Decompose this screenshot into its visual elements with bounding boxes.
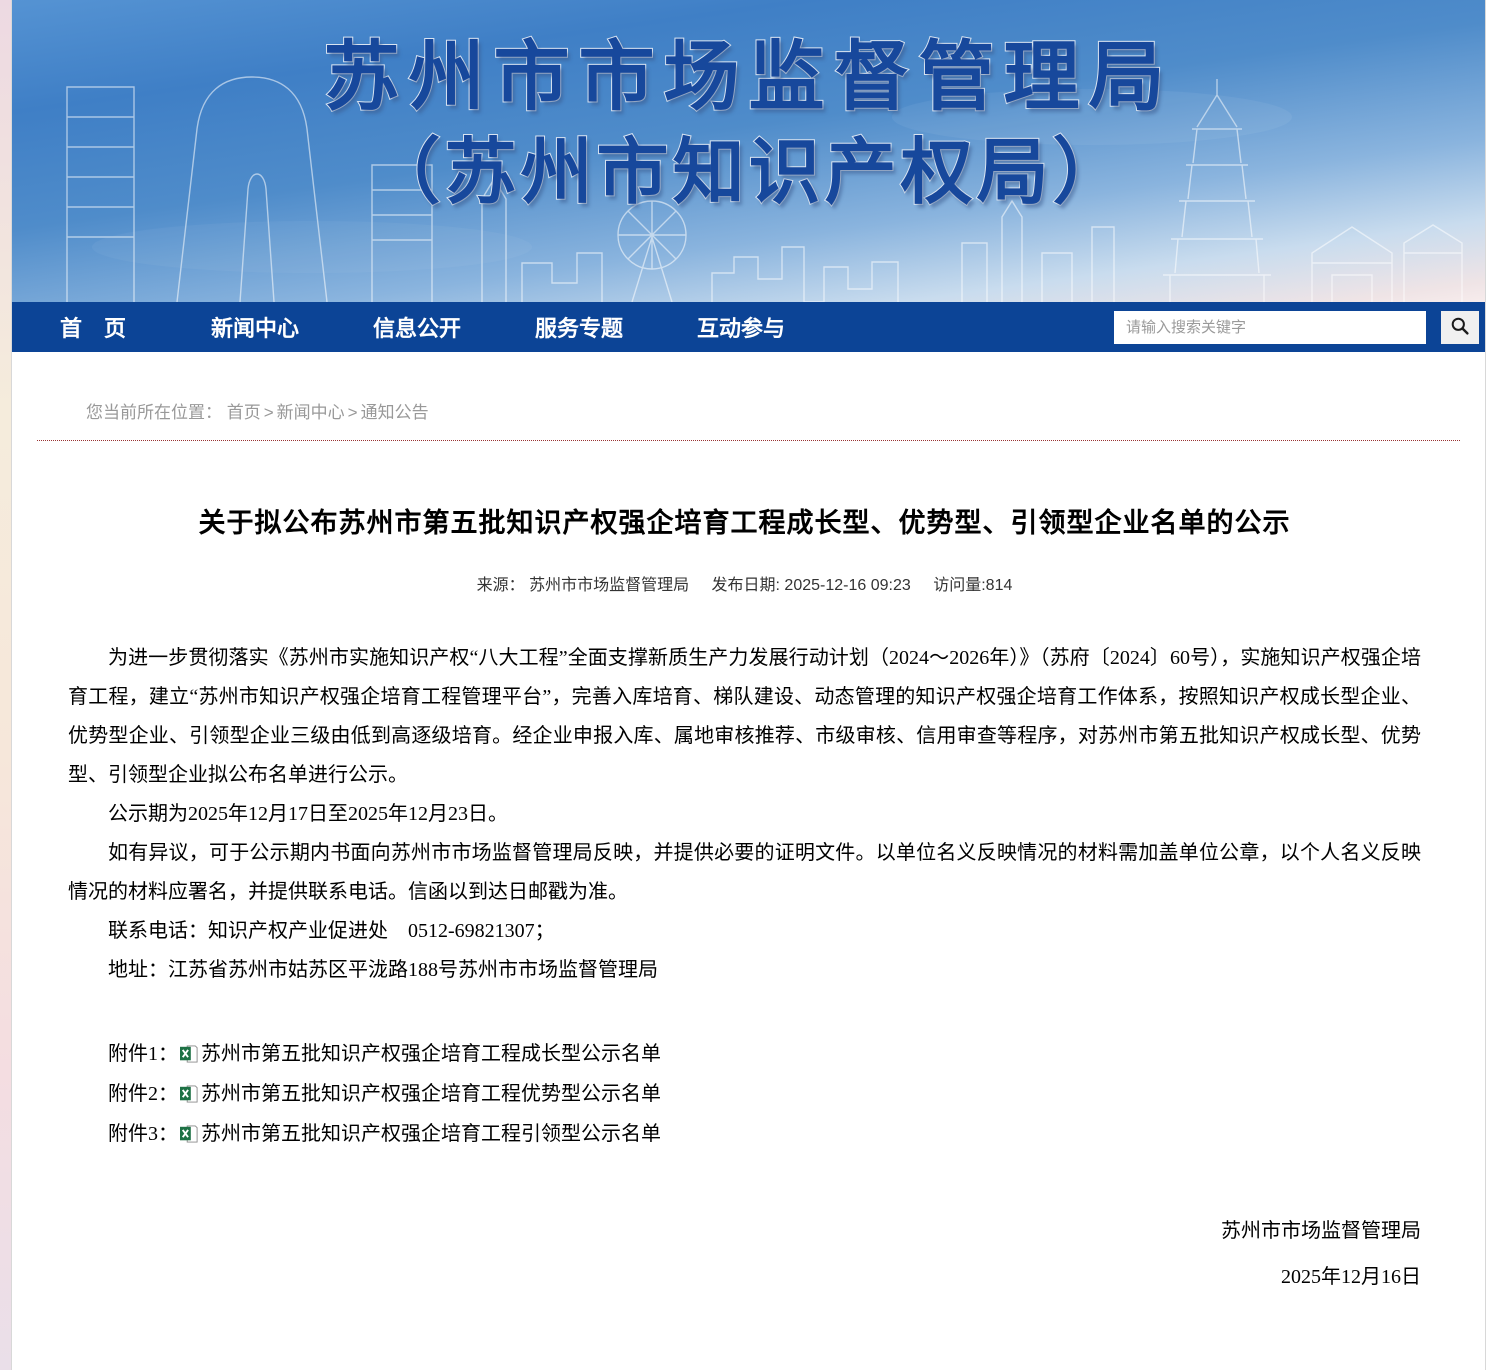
article-title: 关于拟公布苏州市第五批知识产权强企培育工程成长型、优势型、引领型企业名单的公示: [68, 501, 1421, 540]
nav-item-interaction[interactable]: 互动参与: [660, 311, 822, 343]
page-container: 苏州市市场监督管理局 （苏州市知识产权局） 首 页 新闻中心 信息公开 服务专题…: [11, 0, 1486, 1370]
breadcrumb-separator: >: [264, 403, 274, 422]
attachment-row: 附件1： 苏州市第五批知识产权强企培育工程成长型公示名单: [68, 1034, 1421, 1074]
article-body: 为进一步贯彻落实《苏州市实施知识产权“八大工程”全面支撑新质生产力发展行动计划（…: [68, 639, 1421, 990]
nav-item-service-topics[interactable]: 服务专题: [498, 311, 660, 343]
attachment-label: 附件1：: [108, 1043, 178, 1065]
search-icon: [1450, 316, 1470, 339]
attachment-row: 附件3： 苏州市第五批知识产权强企培育工程引领型公示名单: [68, 1114, 1421, 1154]
meta-view-count: 访问量:814: [933, 577, 1012, 594]
attachment-row: 附件2： 苏州市第五批知识产权强企培育工程优势型公示名单: [68, 1074, 1421, 1114]
breadcrumb-item-notices[interactable]: 通知公告: [361, 403, 429, 422]
breadcrumb-prefix: 您当前所在位置：: [86, 403, 222, 422]
meta-source: 来源： 苏州市市场监督管理局: [477, 577, 689, 594]
signature-block: 苏州市市场监督管理局 2025年12月16日: [68, 1208, 1421, 1300]
attachment-link-advantage-list[interactable]: 苏州市第五批知识产权强企培育工程优势型公示名单: [201, 1083, 661, 1105]
dotted-divider: [37, 440, 1460, 441]
attachment-link-growth-list[interactable]: 苏州市第五批知识产权强企培育工程成长型公示名单: [201, 1043, 661, 1065]
paragraph-intro: 为进一步贯彻落实《苏州市实施知识产权“八大工程”全面支撑新质生产力发展行动计划（…: [68, 639, 1421, 795]
nav-item-info-disclosure[interactable]: 信息公开: [336, 311, 498, 343]
site-title: 苏州市市场监督管理局: [12, 30, 1485, 126]
excel-file-icon: [178, 1123, 201, 1145]
attachment-link-leading-list[interactable]: 苏州市第五批知识产权强企培育工程引领型公示名单: [201, 1123, 661, 1145]
nav-item-home[interactable]: 首 页: [12, 311, 174, 343]
signature-date: 2025年12月16日: [68, 1254, 1421, 1300]
breadcrumb-item-home[interactable]: 首页: [227, 403, 261, 422]
paragraph-address: 地址：江苏省苏州市姑苏区平泷路188号苏州市市场监督管理局: [68, 951, 1421, 990]
paragraph-objection: 如有异议，可于公示期内书面向苏州市市场监督管理局反映，并提供必要的证明文件。以单…: [68, 834, 1421, 912]
main-nav: 首 页 新闻中心 信息公开 服务专题 互动参与: [12, 302, 1485, 352]
article-meta: 来源： 苏州市市场监督管理局 发布日期: 2025-12-16 09:23 访问…: [68, 571, 1421, 595]
excel-file-icon: [178, 1043, 201, 1065]
search-input[interactable]: [1114, 311, 1426, 344]
paragraph-contact-phone: 联系电话：知识产权产业促进处 0512-69821307；: [68, 912, 1421, 951]
site-subtitle: （苏州市知识产权局）: [12, 126, 1485, 220]
paragraph-publicity-period: 公示期为2025年12月17日至2025年12月23日。: [68, 795, 1421, 834]
breadcrumb-separator: >: [348, 403, 358, 422]
nav-item-news[interactable]: 新闻中心: [174, 311, 336, 343]
meta-publish-date: 发布日期: 2025-12-16 09:23: [712, 577, 911, 594]
attachment-label: 附件3：: [108, 1123, 178, 1145]
search-bar: [1114, 311, 1485, 344]
attachment-label: 附件2：: [108, 1083, 178, 1105]
attachment-list: 附件1： 苏州市第五批知识产权强企培育工程成长型公示名单 附件2： 苏州市第五批知识…: [68, 1034, 1421, 1154]
breadcrumb: 您当前所在位置： 首页>新闻中心>通知公告: [86, 398, 1485, 423]
breadcrumb-item-news[interactable]: 新闻中心: [277, 403, 345, 422]
site-banner: 苏州市市场监督管理局 （苏州市知识产权局）: [12, 0, 1485, 302]
excel-file-icon: [178, 1083, 201, 1105]
article: 关于拟公布苏州市第五批知识产权强企培育工程成长型、优势型、引领型企业名单的公示 …: [12, 501, 1485, 1370]
signature-org: 苏州市市场监督管理局: [68, 1208, 1421, 1254]
site-title-block: 苏州市市场监督管理局 （苏州市知识产权局）: [12, 30, 1485, 220]
search-button[interactable]: [1441, 311, 1479, 344]
